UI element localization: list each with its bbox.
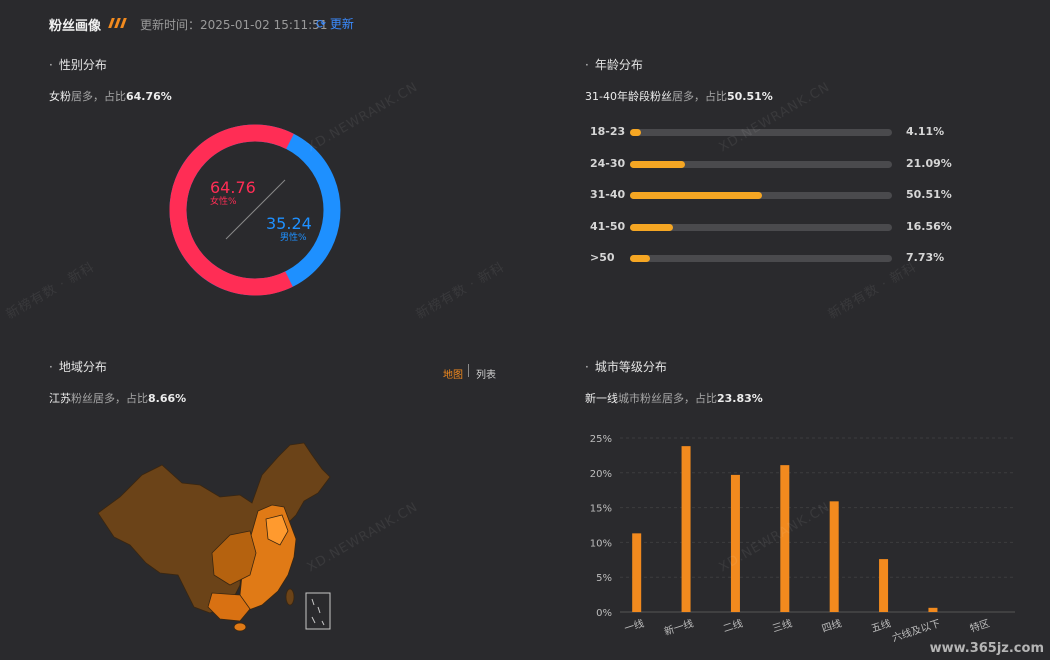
gender-summary-lead: 女粉 [49,90,71,103]
city-section-title: 城市等级分布 [585,358,667,375]
title-decoration [108,18,127,28]
x-tick-label: 三线 [771,616,794,635]
age-section-title: 年龄分布 [585,56,643,73]
age-summary-lead: 31-40年龄段粉丝 [585,90,672,103]
page-title: 粉丝画像 [49,19,102,34]
map-land-west[interactable] [97,442,331,614]
region-summary-value: 8.66% [148,392,187,405]
age-bar-fill [630,160,686,168]
y-tick-label: 20% [590,469,612,480]
age-bar-row[interactable]: 18-23 4.11% [590,125,970,141]
age-bar-fill [630,223,674,231]
footer-watermark: www.365jz.com [929,641,1044,656]
city-summary-lead: 新一线 [585,392,618,405]
age-bar-track [630,160,892,168]
y-tick-label: 25% [590,434,612,445]
female-value: 64.76 [210,178,256,197]
age-bar-row[interactable]: 24-30 21.09% [590,157,970,173]
y-tick-label: 15% [590,504,612,515]
male-value: 35.24 [266,214,312,233]
age-bar-label: 18-23 [590,125,626,138]
city-bar[interactable] [928,607,938,612]
map-taiwan[interactable] [285,588,295,606]
x-tick-label: 特区 [969,617,992,635]
map-south-sea-lines [311,598,325,626]
map-south-sea-inset [305,592,331,630]
update-time: 更新时间：2025-01-02 15:11:51 [140,18,328,32]
region-summary-lead: 江苏 [49,392,71,405]
tab-divider [468,364,469,377]
x-tick-label: 新一线 [662,616,695,638]
city-bar[interactable] [829,501,839,612]
city-bar[interactable] [632,533,642,612]
age-bar-fill [630,255,651,262]
city-summary-value: 23.83% [717,392,763,405]
gender-summary-value: 64.76% [126,90,172,103]
city-bar[interactable] [681,446,691,612]
city-tier-bar-chart: 0%5%10%15%20%25%一线 新一线 二线 三线 四线 五线六线及以下 特区 [590,434,1015,644]
map-hainan[interactable] [233,622,247,632]
city-summary: 新一线城市粉丝居多，占比23.83% [585,390,763,406]
age-summary: 31-40年龄段粉丝居多，占比50.51% [585,88,773,104]
x-tick-label: 二线 [721,616,744,635]
tab-list[interactable]: 列表 [476,366,496,381]
region-section-title: 地域分布 [49,358,107,375]
x-tick-label: 四线 [820,616,843,635]
x-tick-label: 五线 [869,616,892,635]
age-bar-label: 41-50 [590,219,626,233]
age-bar-label: >50 [590,251,615,264]
male-label: 男性% [280,231,307,243]
age-summary-value: 50.51% [726,90,773,103]
watermark-brand: 新榜有数 · 新科 [3,259,98,323]
gender-donut-chart: 64.76 女性% 35.24 男性% [169,124,341,296]
china-choropleth-map[interactable] [90,435,350,635]
age-bar-track [630,255,892,262]
age-bar-value: 21.09% [906,156,952,170]
refresh-label: 更新 [329,17,354,31]
gender-section-title: 性别分布 [49,56,107,73]
tab-map[interactable]: 地图 [443,366,463,381]
female-label: 女性% [210,195,237,207]
gender-summary-mid: 居多，占比 [71,90,126,103]
age-bar-fill [630,129,641,136]
age-bar-row[interactable]: 31-40 50.51% [590,188,970,204]
y-tick-label: 5% [596,573,612,584]
age-bar-label: 31-40 [590,188,626,201]
age-bar-value: 16.56% [906,219,952,233]
x-tick-label: 一线 [623,616,646,635]
y-tick-label: 10% [590,538,612,549]
city-bar[interactable] [730,474,740,612]
refresh-button[interactable]: ⟳ 更新 [316,15,354,32]
age-bar-track [630,192,892,199]
watermark-brand: 新榜有数 · 新科 [413,259,508,323]
age-bar-track [630,223,892,231]
region-summary-mid: 粉丝居多，占比 [71,392,148,405]
age-bar-label: 24-30 [590,156,626,170]
city-bar[interactable] [879,559,889,612]
age-bar-value: 4.11% [906,125,945,138]
city-summary-mid: 城市粉丝居多，占比 [618,392,717,405]
y-tick-label: 0% [596,608,612,619]
age-summary-mid: 居多，占比 [671,90,727,103]
refresh-icon: ⟳ [316,17,327,31]
age-bar-fill [630,192,763,199]
age-bar-row[interactable]: 41-50 16.56% [590,220,970,236]
gender-summary: 女粉居多，占比64.76% [49,88,172,104]
age-bar-value: 50.51% [906,188,952,201]
region-summary: 江苏粉丝居多，占比8.66% [49,390,186,406]
